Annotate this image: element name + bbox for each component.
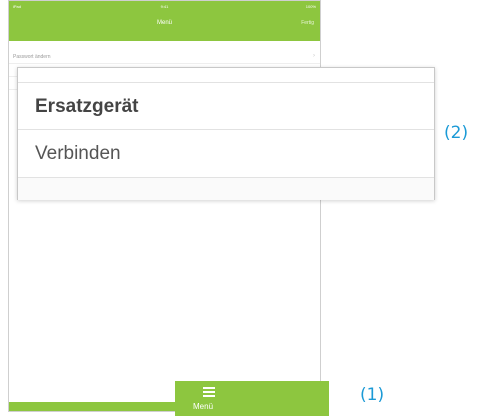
nav-title: Menü — [156, 20, 172, 26]
menu-tab-label: Menü — [193, 402, 214, 411]
menu-item-label: Ersatzgerät — [35, 96, 139, 117]
list-item-label: Passwort ändern — [13, 54, 51, 60]
popup-footer — [18, 178, 434, 200]
status-battery: 100% — [305, 4, 316, 9]
callout-label-2: (2) — [444, 123, 469, 143]
menu-item-ersatzgeraet[interactable]: Ersatzgerät — [18, 82, 434, 130]
callout-label-1: (1) — [360, 385, 385, 405]
menu-item-label: Verbinden — [35, 143, 121, 164]
status-bar: iPad 9:41 100% — [9, 1, 320, 14]
done-button[interactable]: Fertig — [301, 20, 314, 26]
chevron-right-icon: › — [313, 53, 315, 59]
action-popup-menu: Ersatzgerät Verbinden — [17, 67, 435, 200]
status-time: 9:41 — [160, 4, 169, 9]
menu-item-verbinden[interactable]: Verbinden — [18, 130, 434, 178]
hamburger-icon — [203, 387, 215, 399]
list-item[interactable]: Passwort ändern › — [9, 51, 320, 64]
nav-bar: Menü Fertig — [9, 14, 320, 41]
app-screenshot: iPad 9:41 100% Menü Fertig Passwort ände… — [8, 0, 321, 412]
menu-tab-button[interactable]: Menü — [175, 381, 329, 416]
